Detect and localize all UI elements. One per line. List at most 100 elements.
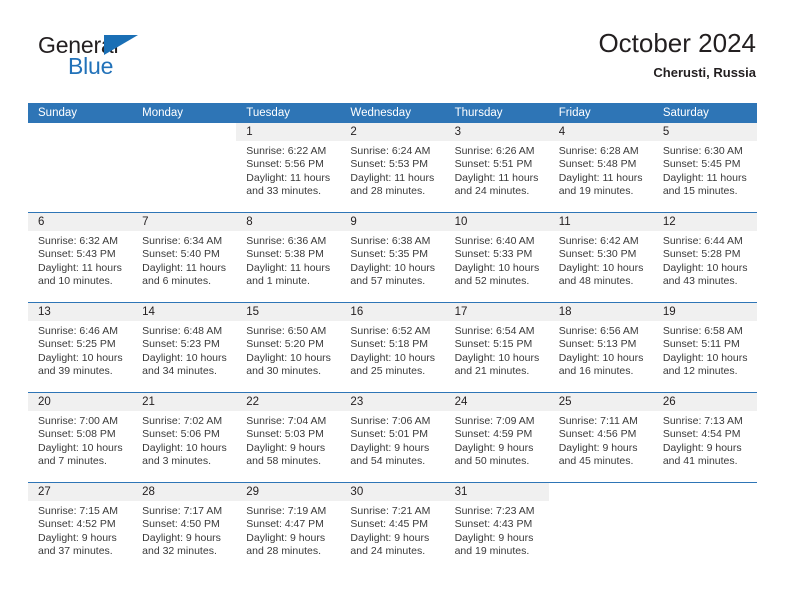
daylight-text-line2: and 19 minutes.	[558, 185, 634, 198]
sunrise-text: Sunrise: 6:36 AM	[246, 235, 327, 247]
calendar-day-cell[interactable]: 16 Sunrise: 6:52 AM Sunset: 5:18 PM Dayligh…	[340, 302, 445, 393]
sunset-text: Sunset: 4:52 PM	[38, 518, 116, 531]
day-cell-inner: 2 Sunrise: 6:24 AM Sunset: 5:53 PM Daylight…	[340, 123, 445, 212]
daylight-text-line2: and 3 minutes.	[142, 455, 212, 468]
day-cell-inner: 31 Sunrise: 7:23 AM Sunset: 4:43 PM Dayligh…	[444, 483, 549, 572]
sunset-text: Sunset: 4:56 PM	[558, 428, 637, 441]
calendar-day-cell[interactable]: 23 Sunrise: 7:06 AM Sunset: 5:01 PM Dayligh…	[340, 392, 445, 483]
sunrise-text: Sunrise: 6:56 AM	[558, 325, 639, 337]
day-cell-inner: 7 Sunrise: 6:34 AM Sunset: 5:40 PM Daylight…	[132, 213, 237, 302]
day-details: Sunrise: 6:30 AM Sunset: 5:45 PM Daylight:…	[653, 141, 757, 199]
page-subtitle-location: Cherusti, Russia	[653, 65, 756, 80]
day-cell-inner: 6 Sunrise: 6:32 AM Sunset: 5:43 PM Daylight…	[28, 213, 133, 302]
sunset-text: Sunset: 5:56 PM	[246, 158, 324, 171]
calendar-day-cell[interactable]: 15 Sunrise: 6:50 AM Sunset: 5:20 PM Dayligh…	[236, 302, 341, 393]
calendar-day-cell[interactable]: 26 Sunrise: 7:13 AM Sunset: 4:54 PM Dayligh…	[652, 392, 757, 483]
calendar-day-cell[interactable]: 7 Sunrise: 6:34 AM Sunset: 5:40 PM Daylight…	[132, 212, 237, 303]
brand-logo[interactable]: General Blue	[38, 28, 168, 86]
day-number	[28, 123, 132, 141]
daylight-text-line1: Daylight: 9 hours	[38, 531, 117, 544]
day-number: 30	[340, 483, 445, 501]
sunrise-text: Sunrise: 7:21 AM	[350, 505, 431, 517]
calendar-day-cell[interactable]	[548, 482, 653, 572]
calendar-day-cell[interactable]	[132, 123, 236, 213]
daylight-text-line2: and 52 minutes.	[454, 275, 530, 288]
calendar-day-cell[interactable]: 12 Sunrise: 6:44 AM Sunset: 5:28 PM Dayligh…	[652, 212, 757, 303]
daylight-text-line1: Daylight: 9 hours	[142, 531, 221, 544]
calendar-day-cell[interactable]: 28 Sunrise: 7:17 AM Sunset: 4:50 PM Dayligh…	[132, 482, 237, 572]
day-cell-inner: 24 Sunrise: 7:09 AM Sunset: 4:59 PM Dayligh…	[444, 393, 549, 482]
sunrise-text: Sunrise: 6:50 AM	[246, 325, 327, 337]
day-details: Sunrise: 6:40 AM Sunset: 5:33 PM Daylight:…	[445, 231, 549, 289]
calendar-day-cell[interactable]: 10 Sunrise: 6:40 AM Sunset: 5:33 PM Dayligh…	[444, 212, 549, 303]
title-block: October 2024 Cherusti, Russia	[598, 28, 756, 82]
sunset-text: Sunset: 4:43 PM	[454, 518, 533, 531]
sunrise-text: Sunrise: 6:24 AM	[350, 145, 431, 157]
sunset-text: Sunset: 5:48 PM	[558, 158, 637, 171]
day-details: Sunrise: 6:28 AM Sunset: 5:48 PM Daylight:…	[549, 141, 653, 199]
calendar-day-cell[interactable]: 31 Sunrise: 7:23 AM Sunset: 4:43 PM Dayligh…	[444, 482, 549, 572]
calendar-day-cell[interactable]: 9 Sunrise: 6:38 AM Sunset: 5:35 PM Daylight…	[340, 212, 445, 303]
daylight-text-line2: and 1 minute.	[246, 275, 310, 288]
sunrise-text: Sunrise: 6:28 AM	[558, 145, 639, 157]
calendar-day-cell[interactable]: 27 Sunrise: 7:15 AM Sunset: 4:52 PM Dayligh…	[28, 482, 133, 572]
sunrise-text: Sunrise: 6:54 AM	[454, 325, 535, 337]
calendar-day-cell[interactable]: 25 Sunrise: 7:11 AM Sunset: 4:56 PM Dayligh…	[548, 392, 653, 483]
sunrise-text: Sunrise: 6:46 AM	[38, 325, 118, 337]
sunrise-text: Sunrise: 6:34 AM	[142, 235, 223, 247]
sunset-text: Sunset: 5:45 PM	[662, 158, 741, 171]
calendar-day-cell[interactable]: 11 Sunrise: 6:42 AM Sunset: 5:30 PM Dayligh…	[548, 212, 653, 303]
calendar-day-cell[interactable]: 29 Sunrise: 7:19 AM Sunset: 4:47 PM Dayligh…	[236, 482, 341, 572]
calendar-week-row: 1 Sunrise: 6:22 AM Sunset: 5:56 PM Daylight…	[28, 123, 757, 213]
day-cell-inner: 27 Sunrise: 7:15 AM Sunset: 4:52 PM Dayligh…	[28, 483, 133, 572]
sunset-text: Sunset: 5:13 PM	[558, 338, 637, 351]
weekday-header-saturday: Saturday	[652, 103, 757, 123]
day-details: Sunrise: 6:36 AM Sunset: 5:38 PM Daylight:…	[236, 231, 340, 289]
calendar-day-cell[interactable]: 21 Sunrise: 7:02 AM Sunset: 5:06 PM Dayligh…	[132, 392, 237, 483]
day-details	[132, 141, 236, 145]
sunrise-text: Sunrise: 7:09 AM	[454, 415, 535, 427]
calendar-day-cell[interactable]: 4 Sunrise: 6:28 AM Sunset: 5:48 PM Daylight…	[548, 123, 653, 213]
day-cell-inner: 1 Sunrise: 6:22 AM Sunset: 5:56 PM Daylight…	[236, 123, 341, 212]
calendar-day-cell[interactable]: 8 Sunrise: 6:36 AM Sunset: 5:38 PM Daylight…	[236, 212, 341, 303]
weekday-header-thursday: Thursday	[444, 103, 549, 123]
day-details: Sunrise: 6:44 AM Sunset: 5:28 PM Daylight:…	[653, 231, 757, 289]
sunset-text: Sunset: 5:53 PM	[350, 158, 429, 171]
day-cell-inner: 8 Sunrise: 6:36 AM Sunset: 5:38 PM Daylight…	[236, 213, 341, 302]
calendar-day-cell[interactable]: 30 Sunrise: 7:21 AM Sunset: 4:45 PM Dayligh…	[340, 482, 445, 572]
calendar-day-cell[interactable]: 24 Sunrise: 7:09 AM Sunset: 4:59 PM Dayligh…	[444, 392, 549, 483]
sunset-text: Sunset: 5:01 PM	[350, 428, 429, 441]
day-cell-inner: 9 Sunrise: 6:38 AM Sunset: 5:35 PM Daylight…	[340, 213, 445, 302]
calendar-day-cell[interactable]: 2 Sunrise: 6:24 AM Sunset: 5:53 PM Daylight…	[340, 123, 445, 213]
calendar-day-cell[interactable]: 6 Sunrise: 6:32 AM Sunset: 5:43 PM Daylight…	[28, 212, 133, 303]
day-number: 18	[548, 303, 653, 321]
calendar-day-cell[interactable]: 3 Sunrise: 6:26 AM Sunset: 5:51 PM Daylight…	[444, 123, 549, 213]
sunset-text: Sunset: 5:43 PM	[38, 248, 116, 261]
sunrise-text: Sunrise: 6:44 AM	[662, 235, 743, 247]
calendar-day-cell[interactable]: 17 Sunrise: 6:54 AM Sunset: 5:15 PM Dayligh…	[444, 302, 549, 393]
calendar-day-cell[interactable]	[652, 482, 757, 572]
calendar-day-cell[interactable]: 22 Sunrise: 7:04 AM Sunset: 5:03 PM Dayligh…	[236, 392, 341, 483]
calendar-day-cell[interactable]: 13 Sunrise: 6:46 AM Sunset: 5:25 PM Dayligh…	[28, 302, 133, 393]
calendar-day-cell[interactable]	[28, 123, 132, 213]
sunset-text: Sunset: 5:11 PM	[662, 338, 740, 351]
calendar-day-cell[interactable]: 20 Sunrise: 7:00 AM Sunset: 5:08 PM Dayligh…	[28, 392, 133, 483]
brand-logo-blue-text: Blue	[68, 53, 114, 79]
day-number: 2	[340, 123, 445, 141]
calendar-day-cell[interactable]: 14 Sunrise: 6:48 AM Sunset: 5:23 PM Dayligh…	[132, 302, 237, 393]
daylight-text-line2: and 16 minutes.	[558, 365, 634, 378]
calendar-day-cell[interactable]: 5 Sunrise: 6:30 AM Sunset: 5:45 PM Daylight…	[652, 123, 757, 213]
sunrise-text: Sunrise: 7:23 AM	[454, 505, 535, 517]
day-details: Sunrise: 6:24 AM Sunset: 5:53 PM Daylight:…	[340, 141, 444, 199]
calendar-day-cell[interactable]: 1 Sunrise: 6:22 AM Sunset: 5:56 PM Daylight…	[236, 123, 341, 213]
day-details	[28, 141, 132, 145]
calendar-week-row: 6 Sunrise: 6:32 AM Sunset: 5:43 PM Daylight…	[28, 212, 757, 303]
day-cell-inner: 4 Sunrise: 6:28 AM Sunset: 5:48 PM Daylight…	[548, 123, 653, 212]
calendar-day-cell[interactable]: 19 Sunrise: 6:58 AM Sunset: 5:11 PM Dayligh…	[652, 302, 757, 393]
calendar-day-cell[interactable]: 18 Sunrise: 6:56 AM Sunset: 5:13 PM Dayligh…	[548, 302, 653, 393]
sunset-text: Sunset: 5:40 PM	[142, 248, 220, 261]
day-cell-inner: 17 Sunrise: 6:54 AM Sunset: 5:15 PM Dayligh…	[444, 303, 549, 392]
day-details: Sunrise: 7:21 AM Sunset: 4:45 PM Daylight:…	[340, 501, 444, 559]
day-details: Sunrise: 6:52 AM Sunset: 5:18 PM Daylight:…	[340, 321, 444, 379]
day-details: Sunrise: 6:26 AM Sunset: 5:51 PM Daylight:…	[445, 141, 549, 199]
